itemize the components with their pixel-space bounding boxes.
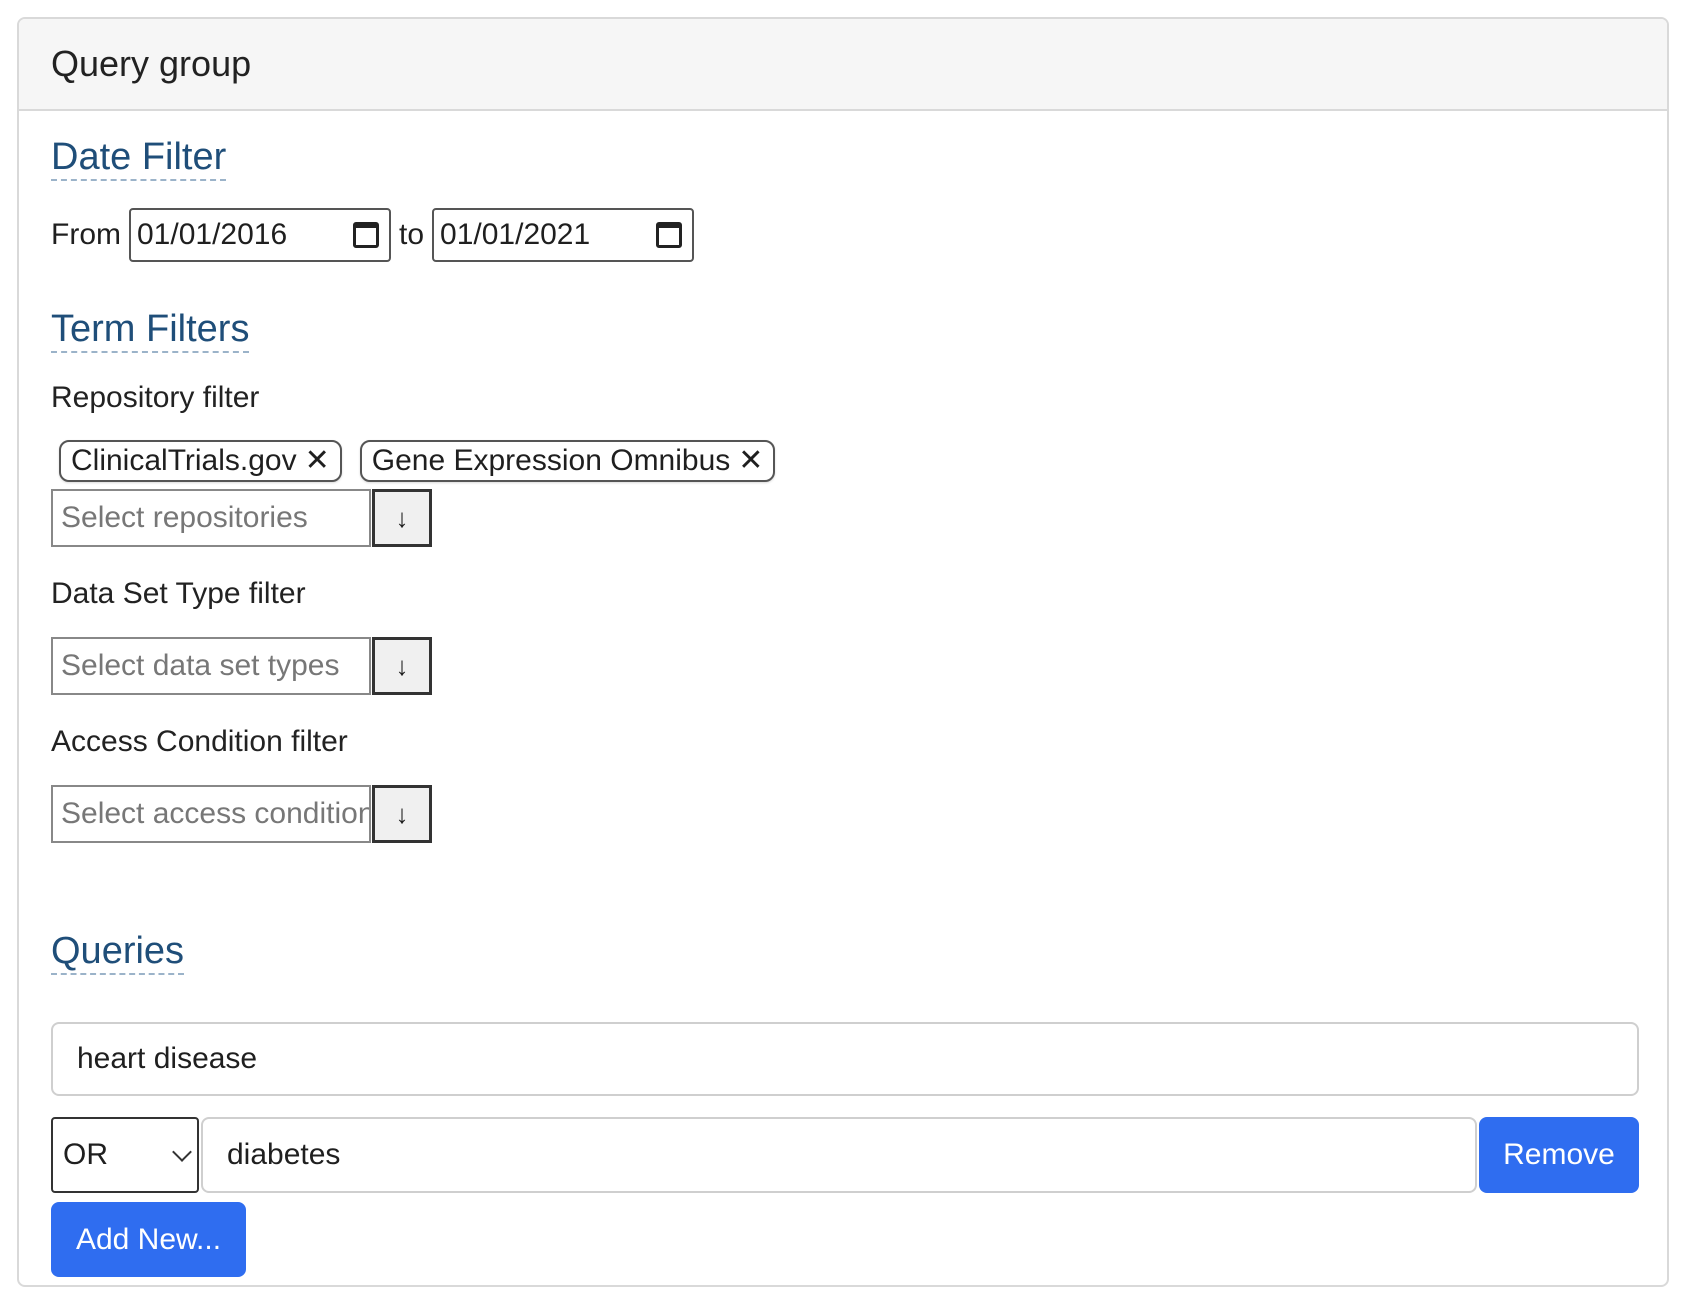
calendar-icon[interactable]: [656, 222, 683, 248]
repository-select-input[interactable]: Select repositories: [51, 489, 371, 547]
data-set-type-combobox: Select data set types ↓: [51, 637, 432, 695]
data-set-type-filter-label: Data Set Type filter: [51, 577, 306, 610]
chip-gene-expression-omnibus: Gene Expression Omnibus ✕: [359, 440, 776, 482]
repository-dropdown-button[interactable]: ↓: [372, 489, 432, 547]
chip-label: Gene Expression Omnibus: [371, 444, 731, 477]
close-icon[interactable]: ✕: [738, 446, 763, 476]
arrow-down-icon: ↓: [395, 650, 409, 681]
to-label: to: [399, 218, 425, 251]
data-set-type-select-input[interactable]: Select data set types: [51, 637, 371, 695]
access-condition-select-input[interactable]: Select access conditions: [51, 785, 371, 843]
query-input[interactable]: heart disease: [51, 1022, 1639, 1096]
query-row: OR diabetes Remove: [51, 1117, 1639, 1193]
remove-button[interactable]: Remove: [1479, 1117, 1639, 1193]
chevron-down-icon: [172, 1142, 192, 1162]
from-label: From: [51, 218, 121, 251]
repository-filter-label: Repository filter: [51, 381, 260, 414]
data-set-type-dropdown-button[interactable]: ↓: [372, 637, 432, 695]
query-term-input[interactable]: diabetes: [201, 1117, 1477, 1193]
query-group-card: Query group Date Filter From 01/01/2016 …: [17, 17, 1669, 1287]
access-condition-dropdown-button[interactable]: ↓: [372, 785, 432, 843]
access-condition-filter-label: Access Condition filter: [51, 725, 348, 758]
card-title: Query group: [51, 43, 252, 84]
term-filters-title: Term Filters: [51, 309, 250, 353]
add-new-button[interactable]: Add New...: [51, 1202, 246, 1277]
card-header: Query group: [19, 19, 1667, 111]
operator-value: OR: [63, 1138, 108, 1171]
date-filter-title: Date Filter: [51, 137, 227, 181]
date-filter-row: From 01/01/2016 to 01/01/2021: [51, 207, 702, 263]
repository-chips: ClinicalTrials.gov ✕ Gene Expression Omn…: [59, 440, 776, 482]
arrow-down-icon: ↓: [395, 502, 409, 533]
queries-title: Queries: [51, 931, 185, 975]
access-condition-combobox: Select access conditions ↓: [51, 785, 432, 843]
close-icon[interactable]: ✕: [305, 446, 330, 476]
to-date-input[interactable]: 01/01/2021: [432, 208, 695, 262]
chip-clinicaltrials: ClinicalTrials.gov ✕: [59, 440, 342, 482]
repository-combobox: Select repositories ↓: [51, 489, 432, 547]
to-date-value: 01/01/2021: [440, 218, 591, 251]
from-date-input[interactable]: 01/01/2016: [129, 208, 391, 262]
calendar-icon[interactable]: [353, 222, 379, 248]
arrow-down-icon: ↓: [395, 798, 409, 829]
operator-select[interactable]: OR: [51, 1117, 199, 1193]
from-date-value: 01/01/2016: [137, 218, 288, 251]
chip-label: ClinicalTrials.gov: [71, 444, 297, 477]
